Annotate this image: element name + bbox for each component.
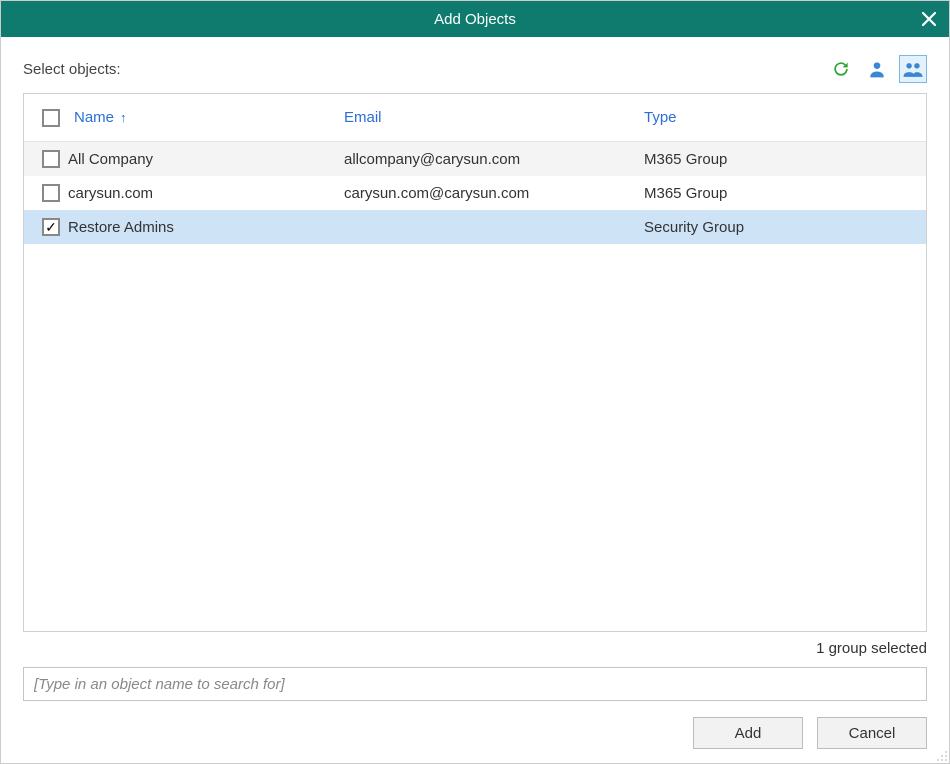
user-icon[interactable] [863,55,891,83]
dialog-content: Select objects: Name ↑ Email Type [1,37,949,763]
column-label-type: Type [644,109,677,126]
refresh-icon[interactable] [827,55,855,83]
dialog-title: Add Objects [434,11,516,28]
objects-table: Name ↑ Email Type All Company allcompany… [23,93,927,632]
row-name: Restore Admins [68,219,174,236]
resize-grip-icon[interactable] [934,748,948,762]
selection-status: 1 group selected [23,640,927,657]
table-row[interactable]: ✓ Restore Admins Security Group [24,210,926,244]
table-row[interactable]: All Company allcompany@carysun.com M365 … [24,142,926,176]
select-all-checkbox[interactable] [42,109,60,127]
select-objects-label: Select objects: [23,61,121,78]
button-row: Add Cancel [23,717,927,749]
row-type: M365 Group [644,185,926,202]
column-header-email[interactable]: Email [344,109,644,126]
column-label-email: Email [344,109,382,126]
row-email: carysun.com@carysun.com [344,185,644,202]
row-type: M365 Group [644,151,926,168]
row-checkbox[interactable] [42,150,60,168]
close-icon[interactable] [921,1,937,37]
add-button[interactable]: Add [693,717,803,749]
table-header: Name ↑ Email Type [24,94,926,142]
column-header-type[interactable]: Type [644,109,926,126]
toolbar-row: Select objects: [23,55,927,83]
row-email: allcompany@carysun.com [344,151,644,168]
row-name: carysun.com [68,185,153,202]
row-type: Security Group [644,219,926,236]
toolbar-icons [827,55,927,83]
cancel-button[interactable]: Cancel [817,717,927,749]
row-checkbox[interactable] [42,184,60,202]
table-body: All Company allcompany@carysun.com M365 … [24,142,926,631]
row-name: All Company [68,151,153,168]
row-checkbox[interactable]: ✓ [42,218,60,236]
group-icon[interactable] [899,55,927,83]
column-label-name: Name [74,109,114,126]
search-input[interactable] [23,667,927,701]
titlebar: Add Objects [1,1,949,37]
column-header-name[interactable]: Name ↑ [24,109,344,127]
table-row[interactable]: carysun.com carysun.com@carysun.com M365… [24,176,926,210]
sort-asc-icon: ↑ [120,110,127,125]
